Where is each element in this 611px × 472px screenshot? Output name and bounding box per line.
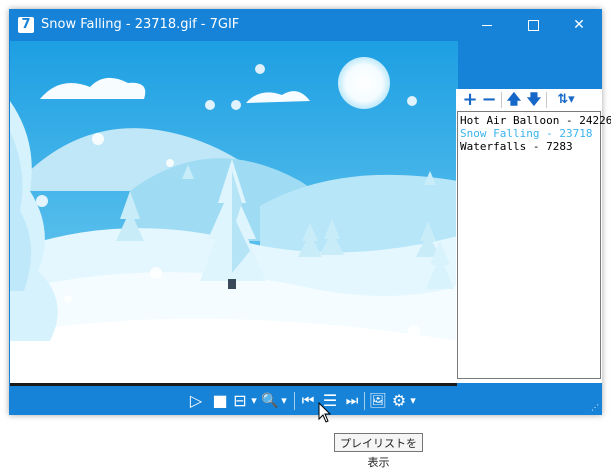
maximize-icon xyxy=(527,19,539,31)
toolbar-separator xyxy=(546,92,547,108)
playlist-panel: + − 🡅 🡇 ⇅▾ Hot Air Balloon - 24226 Snow … xyxy=(456,89,611,383)
close-button[interactable]: ✕ xyxy=(556,9,602,41)
zoom-menu-chevron-icon[interactable]: ▾ xyxy=(279,392,289,410)
capture-icon[interactable]: 🖼 xyxy=(369,392,387,410)
frames-icon[interactable]: ⊟ xyxy=(231,392,249,410)
move-down-icon[interactable]: 🡇 xyxy=(526,90,542,110)
resize-grip-icon[interactable]: ⋰ xyxy=(591,404,599,412)
minimize-button[interactable] xyxy=(464,9,510,41)
previous-icon[interactable]: ⏮ xyxy=(299,392,317,410)
snow-scene-image xyxy=(10,41,458,383)
next-icon[interactable]: ⏭ xyxy=(343,392,361,410)
remove-icon[interactable]: − xyxy=(481,90,497,110)
add-icon[interactable]: + xyxy=(462,90,478,110)
tooltip: プレイリストを表示 xyxy=(334,433,423,469)
move-up-icon[interactable]: 🡅 xyxy=(506,90,522,110)
gif-preview[interactable] xyxy=(10,41,458,383)
minimize-icon xyxy=(482,24,492,26)
maximize-button[interactable] xyxy=(510,9,556,41)
toolbar-separator xyxy=(294,392,295,410)
close-icon: ✕ xyxy=(573,17,585,33)
app-icon: 7 xyxy=(18,17,34,33)
settings-menu-chevron-icon[interactable]: ▾ xyxy=(408,392,418,410)
app-window: 7 Snow Falling - 23718.gif - 7GIF ✕ + − … xyxy=(9,9,611,415)
playlist-item[interactable]: Waterfalls - 7283 xyxy=(460,140,573,153)
playlist-toolbar: + − 🡅 🡇 ⇅▾ xyxy=(456,89,602,111)
player-toolbar: ▷ ■ ⊟ ▾ 🔍 ▾ ⏮ ☰ ⏭ 🖼 ⚙ ▾ ⋰ xyxy=(9,386,602,415)
toolbar-separator xyxy=(501,92,502,108)
mouse-cursor-icon xyxy=(318,402,332,423)
zoom-icon[interactable]: 🔍 xyxy=(261,392,279,410)
toolbar-separator xyxy=(364,392,365,410)
window-title: Snow Falling - 23718.gif - 7GIF xyxy=(41,17,240,32)
playlist-list[interactable]: Hot Air Balloon - 24226 Snow Falling - 2… xyxy=(457,111,611,379)
playlist-item-selected[interactable]: Snow Falling - 23718 xyxy=(460,127,592,140)
stop-icon[interactable]: ■ xyxy=(211,392,229,410)
sort-icon[interactable]: ⇅▾ xyxy=(551,90,581,110)
title-bar[interactable]: 7 Snow Falling - 23718.gif - 7GIF ✕ xyxy=(9,9,602,41)
frames-menu-chevron-icon[interactable]: ▾ xyxy=(249,392,259,410)
playlist-item[interactable]: Hot Air Balloon - 24226 xyxy=(460,114,611,127)
play-icon[interactable]: ▷ xyxy=(187,392,205,410)
settings-icon[interactable]: ⚙ xyxy=(390,392,408,410)
